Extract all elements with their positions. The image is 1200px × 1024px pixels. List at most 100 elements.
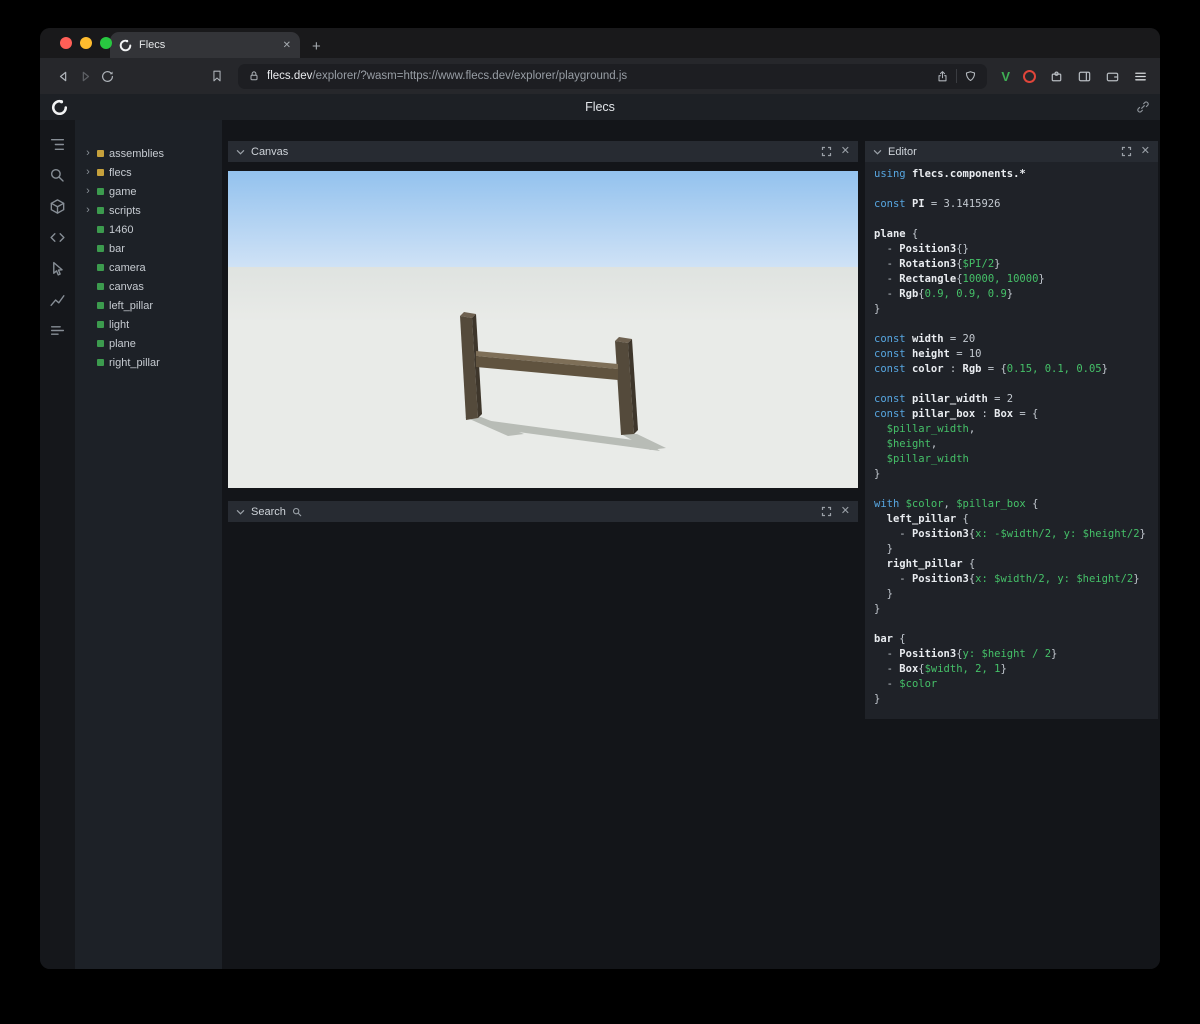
tree-item-assemblies[interactable]: › assemblies (75, 144, 222, 163)
menu-icon[interactable] (1133, 69, 1148, 84)
new-tab-button[interactable]: + (312, 39, 321, 54)
tree-item-label: assemblies (109, 147, 165, 160)
code-line: - Position3{} (874, 243, 969, 255)
entity-kind-square (97, 302, 104, 309)
stats-icon[interactable] (47, 319, 69, 341)
entity-kind-square (97, 150, 104, 157)
reload-icon[interactable] (96, 65, 118, 87)
brave-shield-icon[interactable] (964, 70, 977, 83)
tree-item-label: canvas (109, 280, 144, 293)
code-line: const PI = 3.1415926 (874, 198, 1001, 210)
code-line: } (874, 303, 881, 315)
expand-arrow-icon[interactable]: › (84, 167, 92, 178)
close-icon[interactable]: ✕ (1141, 146, 1150, 157)
expand-arrow-icon[interactable]: › (84, 205, 92, 216)
fullscreen-icon[interactable] (1121, 146, 1132, 157)
sidebar-toggle-icon[interactable] (1077, 69, 1092, 84)
expand-arrow-icon[interactable]: › (84, 186, 92, 197)
close-icon[interactable]: ✕ (841, 146, 850, 157)
code-line: $height, (886, 438, 938, 450)
wallet-icon[interactable] (1105, 69, 1120, 84)
forward-icon[interactable] (74, 65, 96, 87)
url-bar[interactable]: flecs.dev/explorer/?wasm=https://www.fle… (238, 63, 988, 89)
canvas-panel-actions: ✕ (821, 146, 850, 157)
code-line: bar { (874, 633, 906, 645)
canvas-3d-scene[interactable] (228, 171, 858, 488)
code-line: plane { (874, 228, 919, 240)
tree-item-bar[interactable]: bar (75, 239, 222, 258)
code-line: } (874, 693, 881, 705)
cube-icon[interactable] (47, 195, 69, 217)
code-line: $pillar_width (886, 453, 969, 465)
ground-plane (228, 267, 858, 488)
entity-tree: › assemblies › flecs › game › scripts 1460 bar cam… (75, 120, 222, 969)
canvas-panel-title: Canvas (251, 145, 289, 158)
entity-kind-square (97, 359, 104, 366)
tree-item-right_pillar[interactable]: right_pillar (75, 353, 222, 372)
explorer-content: › assemblies › flecs › game › scripts 1460 bar cam… (40, 120, 1160, 969)
tree-item-flecs[interactable]: › flecs (75, 163, 222, 182)
tree-icon[interactable] (47, 133, 69, 155)
editor-panel-actions: ✕ (1121, 146, 1150, 157)
entity-kind-square (97, 321, 104, 328)
tree-item-left_pillar[interactable]: left_pillar (75, 296, 222, 315)
tree-item-game[interactable]: › game (75, 182, 222, 201)
editor-code[interactable]: using flecs.components.* const PI = 3.14… (865, 162, 1158, 711)
tree-item-label: 1460 (109, 223, 134, 236)
fullscreen-icon[interactable] (821, 506, 832, 517)
code-line: $pillar_width, (886, 423, 976, 435)
tree-item-plane[interactable]: plane (75, 334, 222, 353)
fullscreen-icon[interactable] (821, 146, 832, 157)
zoom-window-button[interactable] (100, 37, 112, 49)
tree-item-label: plane (109, 337, 136, 350)
canvas-panel-header: Canvas ✕ (228, 141, 858, 162)
sky (228, 171, 858, 267)
entity-kind-square (97, 207, 104, 214)
extension-v-icon[interactable]: V (1001, 69, 1010, 84)
code-line: } (874, 543, 893, 555)
code-icon[interactable] (47, 226, 69, 248)
share-link-icon[interactable] (1136, 100, 1150, 114)
lock-icon (248, 70, 260, 82)
close-icon[interactable]: ✕ (841, 506, 850, 517)
extension-red-ring-icon[interactable] (1023, 69, 1036, 83)
search-panel-header: Search ✕ (228, 501, 858, 522)
share-icon[interactable] (936, 70, 949, 83)
page-title: Flecs (585, 100, 615, 114)
search-icon[interactable] (47, 164, 69, 186)
code-line: - Position3{x: -$width/2, y: $height/2} (874, 528, 1146, 540)
minimize-window-button[interactable] (80, 37, 92, 49)
editor-panel: Editor ✕ using flecs.components.* const … (865, 141, 1158, 719)
tree-item-label: left_pillar (109, 299, 154, 312)
chart-icon[interactable] (47, 288, 69, 310)
expand-arrow-icon[interactable]: › (84, 148, 92, 159)
traffic-lights (60, 37, 112, 49)
browser-window: Flecs ✕ + flecs.dev/explorer/?wasm=https… (40, 28, 1160, 969)
tree-item-light[interactable]: light (75, 315, 222, 334)
extensions-puzzle-icon[interactable] (1049, 69, 1064, 84)
chevron-down-icon[interactable] (236, 508, 245, 516)
code-line: const color : Rgb = {0.15, 0.1, 0.05} (874, 363, 1108, 375)
tree-item-label: game (109, 185, 137, 198)
tree-item-scripts[interactable]: › scripts (75, 201, 222, 220)
extension-icons: V (1001, 69, 1148, 84)
close-window-button[interactable] (60, 37, 72, 49)
browser-tab[interactable]: Flecs ✕ (110, 32, 300, 58)
bookmark-icon[interactable] (206, 65, 228, 87)
chevron-down-icon[interactable] (236, 148, 245, 156)
url-domain: flecs.dev (267, 70, 313, 82)
tree-item-camera[interactable]: camera (75, 258, 222, 277)
inspect-icon[interactable] (47, 257, 69, 279)
tab-close-icon[interactable]: ✕ (283, 40, 291, 51)
back-icon[interactable] (52, 65, 74, 87)
app-header: Flecs (40, 94, 1160, 121)
tree-item-canvas[interactable]: canvas (75, 277, 222, 296)
search-icon (292, 507, 302, 517)
editor-panel-title: Editor (888, 145, 917, 158)
chevron-down-icon[interactable] (873, 148, 882, 156)
tree-item-1460[interactable]: 1460 (75, 220, 222, 239)
